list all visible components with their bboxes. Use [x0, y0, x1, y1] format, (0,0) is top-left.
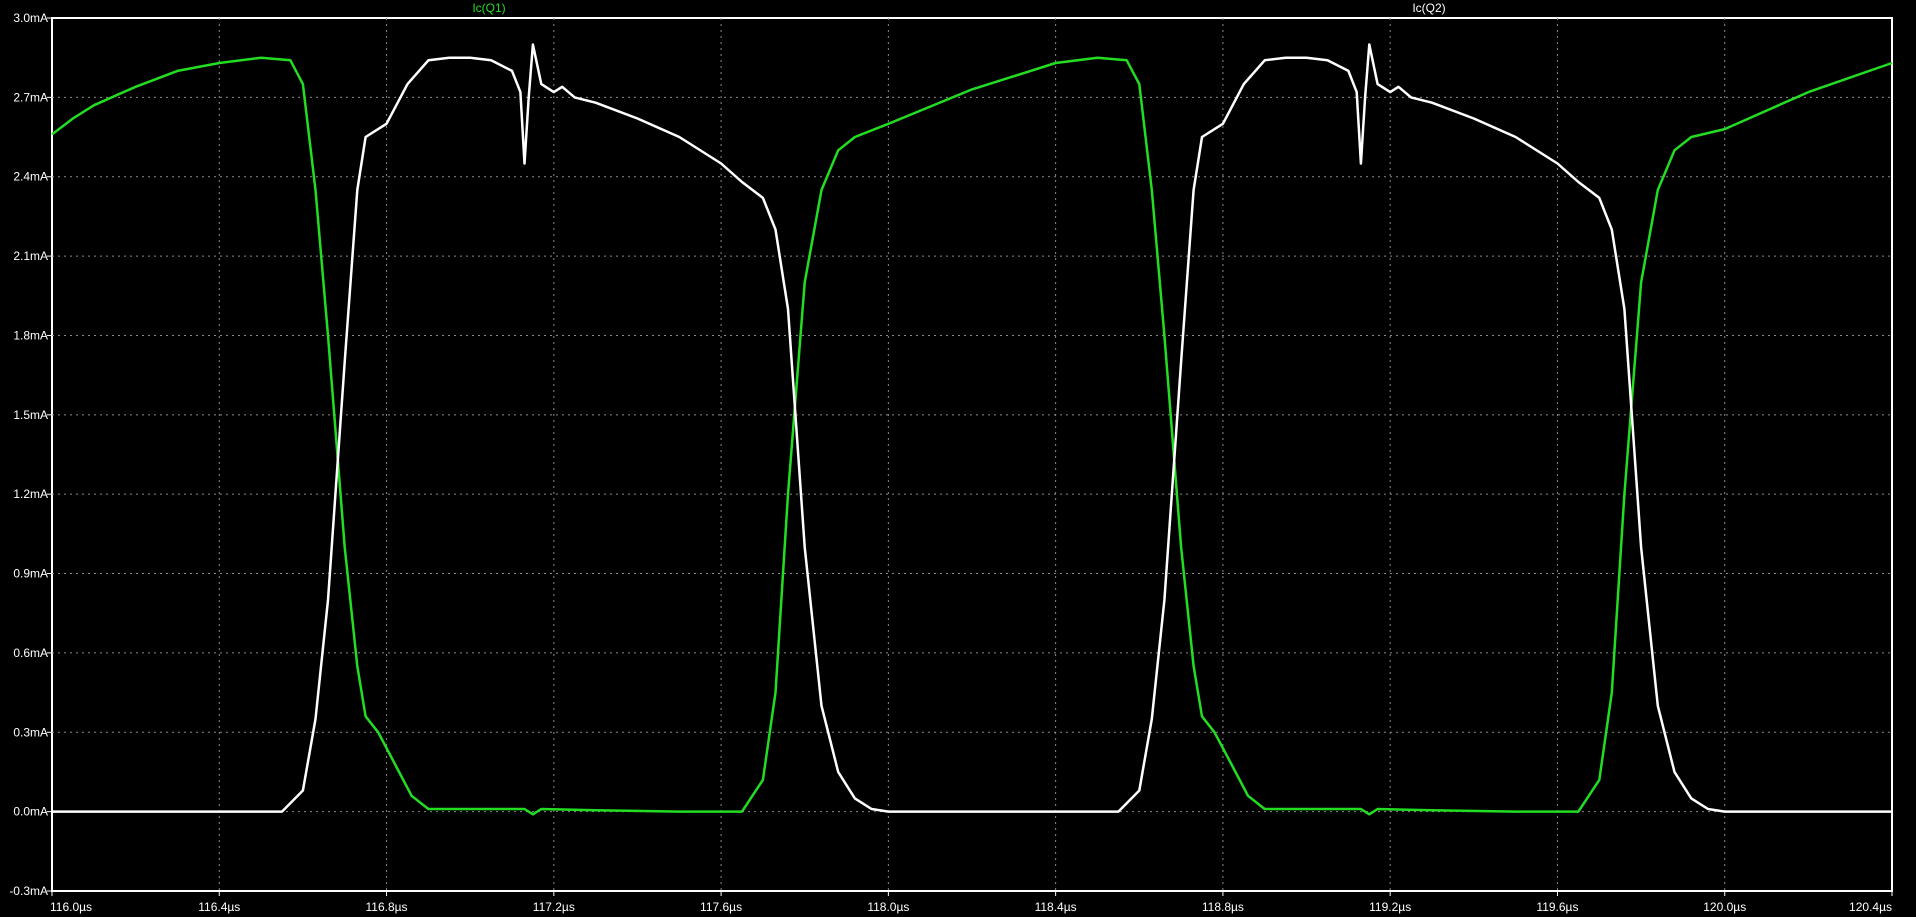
y-tick-label: 0.0mA: [13, 805, 48, 819]
y-tick-label: 0.3mA: [13, 725, 48, 739]
series-line-ic-q2: [52, 43, 1892, 813]
x-tick-label: 119.6µs: [1536, 900, 1578, 914]
y-tick-label: 1.2mA: [13, 487, 48, 501]
waveform-plot: 3.0mA 2.7mA 2.4mA 2.1mA 1.8mA 1.5mA 1.2mA 0.9mA…: [9, 1, 1893, 914]
x-tick-label: 117.6µs: [700, 900, 742, 914]
y-tick-label: 1.8mA: [13, 328, 48, 342]
legend-entry[interactable]: Ic(Q2): [1412, 1, 1445, 15]
x-tick-label: 120.0µs: [1703, 900, 1746, 914]
legend: Ic(Q1) Ic(Q2): [472, 1, 1445, 15]
x-tick-label: 117.2µs: [533, 900, 575, 914]
y-tick-label: 2.4mA: [13, 170, 48, 184]
y-tick-label: -0.3mA: [9, 884, 48, 898]
x-tick-label: 118.4µs: [1035, 900, 1077, 914]
grid: [47, 17, 1893, 896]
y-tick-labels: 3.0mA 2.7mA 2.4mA 2.1mA 1.8mA 1.5mA 1.2mA 0.9mA…: [9, 11, 48, 898]
series-line-ic-q1: [51, 56, 1893, 816]
x-tick-label: 120.4µs: [1849, 900, 1892, 914]
x-tick-label: 116.0µs: [50, 900, 92, 914]
legend-entry[interactable]: Ic(Q1): [472, 1, 505, 15]
series-layer: [51, 43, 1893, 816]
x-tick-label: 116.8µs: [366, 900, 408, 914]
y-tick-label: 0.6mA: [13, 646, 48, 660]
x-tick-label: 116.4µs: [198, 900, 240, 914]
x-tick-labels: 116.0µs 116.4µs 116.8µs 117.2µs 117.6µs 118.0…: [50, 900, 1892, 914]
y-tick-label: 2.1mA: [13, 249, 48, 263]
x-tick-label: 119.2µs: [1369, 900, 1411, 914]
y-tick-label: 2.7mA: [13, 90, 48, 104]
x-tick-label: 118.0µs: [867, 900, 909, 914]
y-tick-label: 0.9mA: [13, 567, 48, 581]
y-tick-label: 3.0mA: [13, 11, 48, 25]
plot-frame: [51, 17, 1893, 892]
y-tick-label: 1.5mA: [13, 408, 48, 422]
x-tick-label: 118.8µs: [1202, 900, 1244, 914]
